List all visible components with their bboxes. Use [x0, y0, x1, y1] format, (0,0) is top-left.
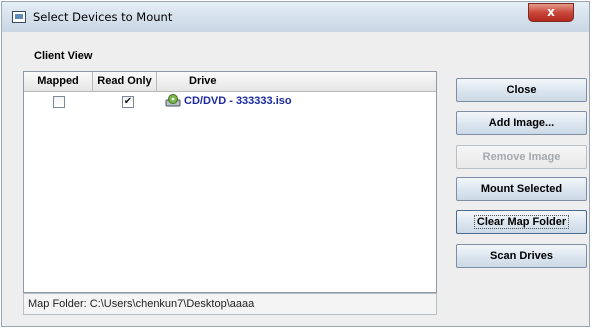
mount-selected-button-label: Mount Selected: [480, 183, 563, 195]
devices-table: Mapped Read Only Drive ✔ CD/DVD - 333333…: [23, 71, 437, 293]
clear-map-folder-button[interactable]: Clear Map Folder: [456, 210, 587, 234]
column-header-read-only[interactable]: Read Only: [93, 72, 157, 92]
select-devices-dialog: Select Devices to Mount x Client View Ma…: [1, 1, 590, 327]
read-only-checkbox[interactable]: ✔: [122, 96, 134, 108]
column-header-mapped[interactable]: Mapped: [24, 72, 93, 92]
cd-drive-icon: [165, 94, 181, 107]
mapped-checkbox[interactable]: [53, 96, 65, 108]
table-header: Mapped Read Only Drive: [24, 72, 436, 92]
drive-name: CD/DVD - 333333.iso: [184, 95, 292, 107]
close-button-label: Close: [506, 84, 537, 96]
window-close-icon[interactable]: x: [528, 3, 574, 22]
window-app-icon: [12, 11, 26, 23]
table-row[interactable]: ✔ CD/DVD - 333333.iso: [25, 93, 435, 111]
column-header-drive[interactable]: Drive: [157, 72, 436, 92]
remove-image-button-label: Remove Image: [482, 151, 561, 163]
title-bar[interactable]: Select Devices to Mount x: [2, 2, 589, 32]
map-folder-path: Map Folder: C:\Users\chenkun7\Desktop\aa…: [28, 298, 255, 310]
scan-drives-button-label: Scan Drives: [490, 250, 553, 262]
window-title: Select Devices to Mount: [33, 10, 173, 24]
remove-image-button[interactable]: Remove Image: [456, 145, 587, 169]
add-image-button[interactable]: Add Image...: [456, 111, 587, 135]
scan-drives-button[interactable]: Scan Drives: [456, 244, 587, 268]
clear-map-folder-button-label: Clear Map Folder: [473, 215, 570, 229]
client-view-label: Client View: [34, 50, 93, 62]
mount-selected-button[interactable]: Mount Selected: [456, 177, 587, 201]
close-button[interactable]: Close: [456, 78, 587, 102]
add-image-button-label: Add Image...: [488, 117, 555, 129]
